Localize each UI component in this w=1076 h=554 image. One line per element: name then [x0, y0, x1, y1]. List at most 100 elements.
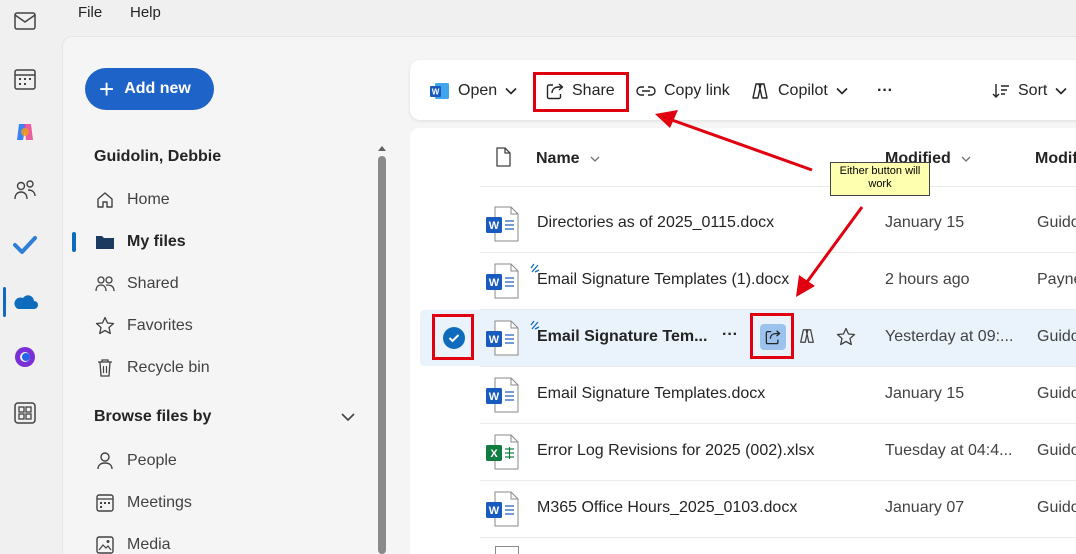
- nav-item-media[interactable]: Media: [94, 533, 171, 554]
- nav-item-label: Meetings: [127, 494, 192, 511]
- todo-icon[interactable]: [12, 232, 38, 258]
- copy-link-label: Copy link: [664, 82, 730, 99]
- nav-item-my-files[interactable]: My files: [94, 230, 186, 254]
- file-modified-by: Payne: [1037, 271, 1076, 288]
- nav-item-label: Favorites: [127, 317, 193, 334]
- browse-files-header[interactable]: Browse files by: [94, 408, 211, 426]
- word-file-icon: W: [485, 491, 519, 527]
- copy-link-button[interactable]: Copy link: [636, 79, 730, 103]
- row-divider: [480, 537, 1076, 538]
- chevron-down-icon: [590, 156, 600, 162]
- nav-scrollbar-thumb[interactable]: [378, 156, 386, 554]
- header-divider: [480, 186, 1076, 187]
- row-favorite-button[interactable]: [836, 327, 856, 347]
- sort-button[interactable]: Sort: [992, 79, 1075, 103]
- star-icon: [94, 315, 116, 337]
- file-name-link[interactable]: Directories as of 2025_0115.docx: [537, 214, 774, 232]
- trash-icon: [94, 357, 116, 379]
- column-header-modified-by[interactable]: Modif: [1035, 150, 1076, 168]
- folder-icon: [94, 231, 116, 253]
- file-name-link[interactable]: Error Log Revisions for 2025 (002).xlsx: [537, 442, 814, 460]
- account-name: Guidolin, Debbie: [94, 148, 222, 165]
- chevron-down-icon: [505, 87, 517, 95]
- word-file-icon: W: [485, 263, 519, 299]
- row-share-annotation-box: [750, 313, 794, 359]
- add-new-button[interactable]: + Add new: [85, 68, 214, 110]
- shared-icon: [94, 273, 116, 295]
- chevron-down-icon: [1055, 87, 1067, 95]
- menu-help[interactable]: Help: [130, 4, 161, 21]
- row-divider: [480, 423, 1076, 424]
- chevron-down-icon[interactable]: [340, 410, 356, 428]
- column-header-name[interactable]: Name: [536, 150, 600, 168]
- rail-active-indicator: [3, 287, 6, 317]
- nav-item-label: People: [127, 452, 177, 469]
- open-button[interactable]: W Open: [430, 79, 525, 103]
- nav-item-label: Recycle bin: [127, 359, 210, 376]
- nav-item-favorites[interactable]: Favorites: [94, 314, 193, 338]
- svg-text:W: W: [489, 505, 500, 517]
- row-divider: [480, 252, 1076, 253]
- file-name-link[interactable]: M365 Office Hours_2025_0103.docx: [537, 499, 797, 517]
- file-modified: Tuesday at 04:4...: [885, 442, 1013, 459]
- annotation-callout: Either button will work: [830, 162, 930, 196]
- word-file-icon: W: [485, 377, 519, 413]
- add-new-label: Add new: [124, 80, 191, 97]
- sort-icon: [992, 84, 1009, 98]
- file-modified: January 07: [885, 499, 965, 516]
- copilot-label: Copilot: [778, 82, 828, 99]
- file-modified-by: Guido: [1037, 214, 1076, 231]
- onedrive-icon[interactable]: [12, 289, 38, 315]
- copilot-icon[interactable]: [12, 119, 38, 145]
- open-label: Open: [458, 82, 498, 99]
- excel-file-icon: X: [485, 434, 519, 470]
- word-file-icon: W: [485, 320, 519, 356]
- file-modified: January 15: [885, 385, 965, 402]
- home-icon: [94, 189, 116, 211]
- svg-text:X: X: [490, 448, 498, 460]
- media-icon: [94, 534, 116, 554]
- row-divider: [480, 366, 1076, 367]
- meetings-icon: [94, 492, 116, 514]
- calendar-icon[interactable]: [12, 66, 38, 92]
- file-name-link[interactable]: Email Signature Tem...: [537, 328, 707, 346]
- word-icon: W: [430, 83, 449, 99]
- row-more-button[interactable]: ···: [722, 326, 738, 344]
- more-actions-button[interactable]: ···: [877, 79, 893, 103]
- nav-item-label: Media: [127, 536, 171, 553]
- nav-item-home[interactable]: Home: [94, 188, 170, 212]
- menu-bar: File Help: [50, 0, 1076, 30]
- copilot-button[interactable]: Copilot: [750, 79, 856, 103]
- plus-icon: +: [99, 74, 115, 104]
- nav-item-shared[interactable]: Shared: [94, 272, 179, 296]
- menu-file[interactable]: File: [78, 4, 102, 21]
- nav-active-indicator: [72, 232, 76, 252]
- file-modified: 2 hours ago: [885, 271, 970, 288]
- star-icon: [836, 327, 856, 346]
- file-modified-by: Guido: [1037, 442, 1076, 459]
- partial-file-icon: [495, 546, 519, 554]
- file-modified-by: Guido: [1037, 385, 1076, 402]
- copilot-outline-icon: [800, 329, 814, 343]
- row-divider: [480, 480, 1076, 481]
- nav-item-label: Shared: [127, 275, 179, 292]
- nav-item-meetings[interactable]: Meetings: [94, 491, 192, 515]
- row-copilot-button[interactable]: [798, 327, 816, 345]
- svg-text:W: W: [489, 334, 500, 346]
- sort-label: Sort: [1018, 82, 1048, 99]
- chevron-down-icon: [836, 87, 848, 95]
- file-name-link[interactable]: Email Signature Templates (1).docx: [537, 271, 789, 289]
- mail-icon[interactable]: [12, 8, 38, 34]
- word-file-icon: W: [485, 206, 519, 242]
- svg-text:W: W: [489, 220, 500, 232]
- svg-text:W: W: [489, 391, 500, 403]
- chevron-down-icon: [961, 156, 971, 162]
- file-name-link[interactable]: Email Signature Templates.docx: [537, 385, 765, 403]
- apps-icon[interactable]: [12, 400, 38, 426]
- nav-item-people[interactable]: People: [94, 449, 177, 473]
- nav-item-recycle-bin[interactable]: Recycle bin: [94, 356, 210, 380]
- file-modified: January 15: [885, 214, 965, 231]
- loop-icon[interactable]: [12, 344, 38, 370]
- file-modified-by: Guido: [1037, 328, 1076, 345]
- people-icon[interactable]: [12, 177, 38, 203]
